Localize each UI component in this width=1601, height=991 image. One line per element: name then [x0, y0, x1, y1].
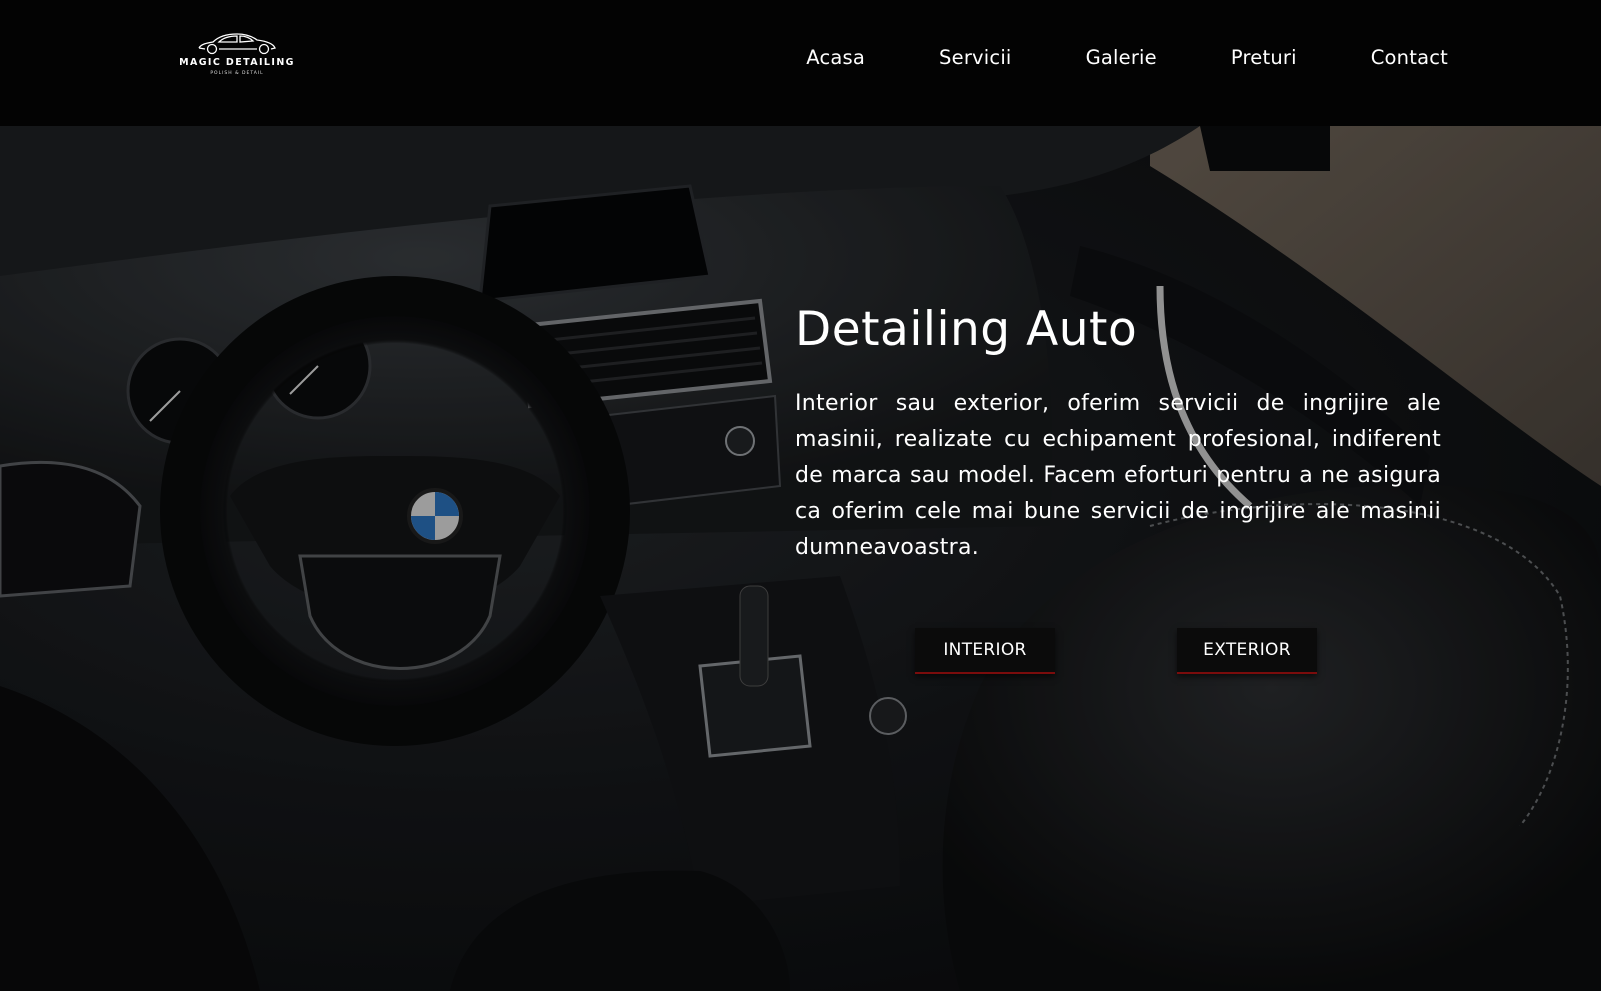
exterior-button[interactable]: EXTERIOR	[1177, 628, 1317, 674]
nav-link-servicii[interactable]: Servicii	[939, 46, 1012, 69]
main-nav: Acasa Servicii Galerie Preturi Contact	[806, 46, 1448, 69]
logo-name: MAGIC DETAILING	[179, 57, 295, 68]
interior-button[interactable]: INTERIOR	[915, 628, 1055, 674]
hero-section: Detailing Auto Interior sau exterior, of…	[0, 126, 1601, 991]
nav-link-preturi[interactable]: Preturi	[1231, 46, 1297, 69]
hero-title: Detailing Auto	[795, 302, 1138, 357]
hero-content: Detailing Auto Interior sau exterior, of…	[795, 304, 1441, 566]
nav-link-contact[interactable]: Contact	[1371, 46, 1448, 69]
nav-link-acasa[interactable]: Acasa	[806, 46, 865, 69]
hero-description: Interior sau exterior, oferim servicii d…	[795, 390, 1441, 560]
site-header: MAGIC DETAILING POLISH & DETAIL Acasa Se…	[0, 0, 1601, 126]
site-logo[interactable]: MAGIC DETAILING POLISH & DETAIL	[176, 31, 298, 87]
page: MAGIC DETAILING POLISH & DETAIL Acasa Se…	[0, 0, 1601, 991]
logo-tagline: POLISH & DETAIL	[210, 71, 264, 76]
car-logo-icon	[198, 33, 276, 55]
nav-link-galerie[interactable]: Galerie	[1086, 46, 1157, 69]
